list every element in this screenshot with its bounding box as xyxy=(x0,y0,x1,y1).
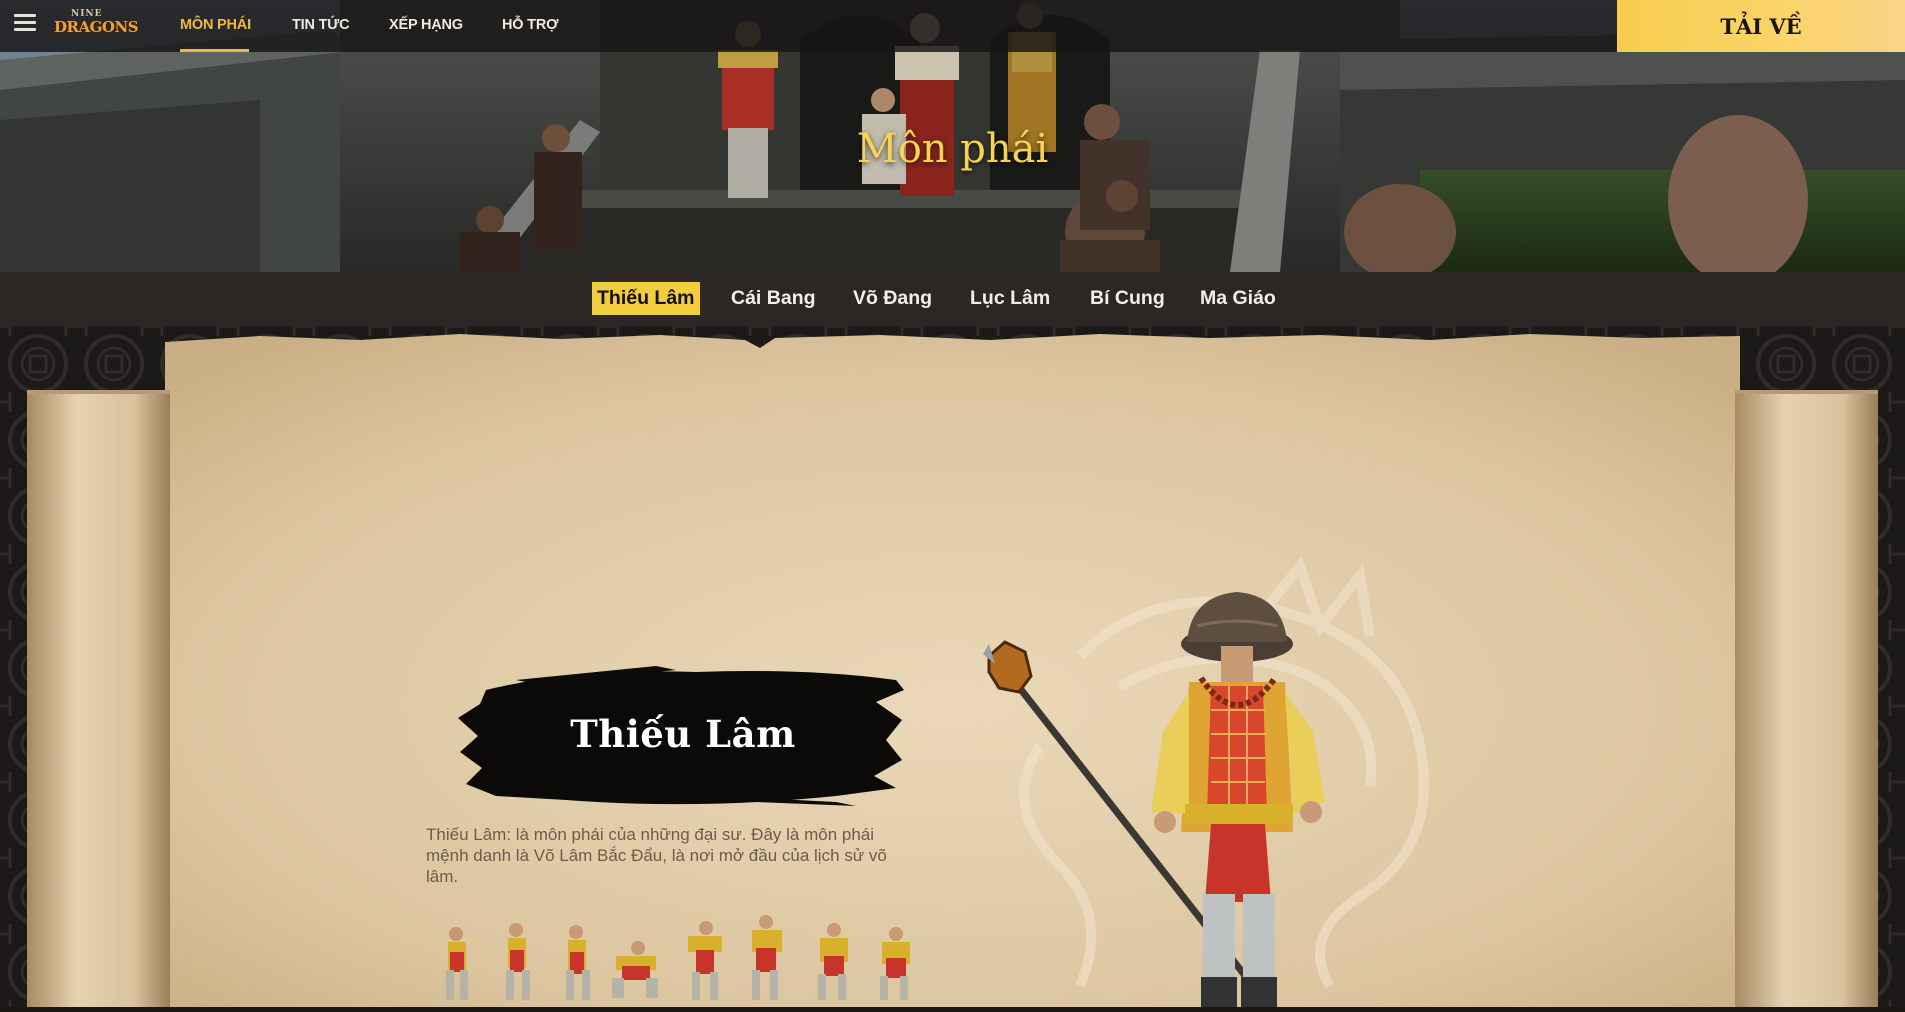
character-illustration xyxy=(983,592,1325,1007)
tab-cai-bang[interactable]: Cái Bang xyxy=(726,282,821,315)
hamburger-menu-icon[interactable] xyxy=(14,14,36,32)
faction-description: Thiếu Lâm: là môn phái của những đại sư.… xyxy=(426,825,887,886)
skill-animation-strip xyxy=(446,915,910,1000)
logo-text-main: DRAGONS xyxy=(54,18,139,36)
parchment-scroll xyxy=(0,326,1905,1007)
tab-vo-dang[interactable]: Võ Đang xyxy=(848,282,937,315)
download-button[interactable]: TẢI VỀ xyxy=(1617,0,1905,52)
tab-ma-giao[interactable]: Ma Giáo xyxy=(1195,282,1281,315)
hero-title: Môn phái xyxy=(856,126,1049,172)
tab-luc-lam[interactable]: Lục Lâm xyxy=(965,282,1055,315)
nav-link-tin-tuc[interactable]: TIN TỨC xyxy=(292,17,350,33)
nav-link-mon-phai[interactable]: MÔN PHÁI xyxy=(180,17,251,33)
nav-link-ho-tro[interactable]: HỖ TRỢ xyxy=(502,17,558,33)
game-logo[interactable]: NINE DRAGONS xyxy=(54,9,139,41)
tab-thieu-lam[interactable]: Thiếu Lâm xyxy=(592,282,700,315)
faction-tab-bar: Thiếu Lâm Cái Bang Võ Đang Lục Lâm Bí Cu… xyxy=(0,272,1905,326)
nav-link-xep-hang[interactable]: XẾP HẠNG xyxy=(389,17,463,33)
nav-active-underline xyxy=(180,49,249,52)
tab-bi-cung[interactable]: Bí Cung xyxy=(1085,282,1170,315)
faction-title: Thiếu Lâm xyxy=(570,712,796,756)
